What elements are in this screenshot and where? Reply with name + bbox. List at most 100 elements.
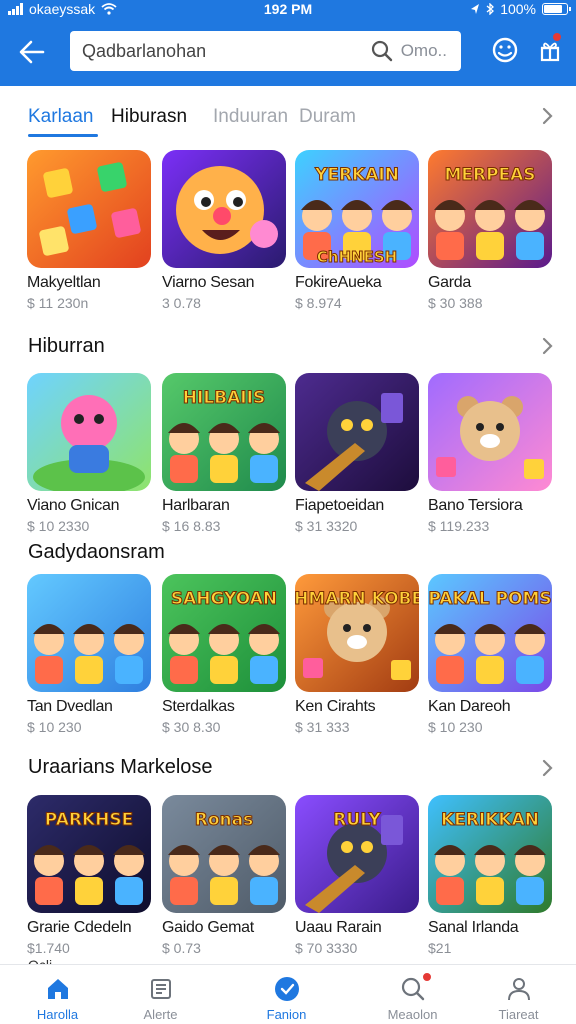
news-icon — [151, 979, 171, 999]
app-card[interactable]: KAHMARN KOBELS Ken Cirahts $ 31 333 — [295, 574, 419, 735]
nav-label: Meaolon — [387, 1007, 438, 1022]
nav-label: Harolla — [36, 1007, 79, 1022]
support-button[interactable] — [489, 34, 521, 66]
tab-0[interactable]: Karlaan — [28, 106, 94, 128]
app-price: 3 0.78 — [162, 295, 201, 311]
active-tab-indicator — [28, 134, 98, 137]
app-name: Viano Gnican — [27, 497, 120, 514]
search-input[interactable] — [82, 40, 342, 62]
app-card[interactable]: Tan Dvedlan $ 10 230 — [27, 574, 151, 735]
section-title: Uraarians Markelose — [28, 756, 213, 778]
app-artwork: RULY — [295, 795, 419, 913]
tab-2[interactable]: Induuran — [213, 106, 288, 128]
arrow-left-icon — [19, 40, 45, 64]
svg-text:PARKHSE: PARKHSE — [45, 810, 133, 830]
app-name: Makyeltlan — [27, 274, 101, 291]
app-icon[interactable] — [162, 150, 286, 268]
gift-button[interactable] — [534, 32, 566, 66]
app-price: $ 0.73 — [162, 940, 201, 956]
app-icon[interactable] — [295, 373, 419, 491]
app-price: $1.740 — [27, 940, 70, 956]
nav-badge — [421, 971, 433, 983]
app-name: FokireAueka — [295, 274, 382, 291]
app-card[interactable]: Bano Tersiora $ 119.233 — [428, 373, 552, 534]
app-card[interactable]: YERKAIN ChHNESH FokireAueka $ 8.974 — [295, 150, 419, 311]
category-tabs: Karlaan Hiburasn Induuran Duram — [0, 96, 576, 140]
app-card[interactable]: Viano Gnican $ 10 2330 — [27, 373, 151, 534]
tab-1[interactable]: Hiburasn — [111, 106, 187, 128]
app-artwork: MERPEAS — [428, 150, 552, 268]
app-card[interactable]: Makyeltlan $ 11 230n — [27, 150, 151, 311]
app-artwork: PAKAL POMS — [428, 574, 552, 692]
app-price: $ 30 388 — [428, 295, 483, 311]
app-price: $ 16 8.83 — [162, 518, 221, 534]
nav-news[interactable]: Alerte — [103, 965, 218, 1024]
app-artwork: Ronas — [162, 795, 286, 913]
check-circle-icon — [275, 977, 299, 1001]
app-card[interactable]: MERPEAS Garda $ 30 388 — [428, 150, 552, 311]
app-icon[interactable] — [428, 373, 552, 491]
app-card[interactable]: Viarno Sesan 3 0.78 — [162, 150, 286, 311]
app-price: $21 — [428, 940, 452, 956]
app-icon[interactable] — [27, 574, 151, 692]
app-icon[interactable]: Ronas — [162, 795, 286, 913]
person-icon — [508, 978, 530, 1001]
app-card[interactable]: RULY Uaau Rarain $ 70 3330 — [295, 795, 419, 956]
app-card[interactable]: Fiapetoeidan $ 31 3320 — [295, 373, 419, 534]
back-button[interactable] — [14, 34, 50, 70]
chevron-right-icon[interactable] — [537, 106, 557, 126]
tab-3[interactable]: Duram — [299, 106, 356, 128]
svg-text:HILBAIIS: HILBAIIS — [183, 388, 265, 408]
nav-check[interactable]: Fanion — [229, 965, 344, 1024]
app-price: $ 10 2330 — [27, 518, 90, 534]
app-name: Ken Cirahts — [295, 698, 376, 715]
app-card[interactable]: PARKHSE Grarie Cdedeln $1.740 — [27, 795, 151, 956]
app-icon[interactable] — [27, 150, 151, 268]
app-artwork — [27, 574, 151, 692]
app-icon[interactable]: SAHGYOAN — [162, 574, 286, 692]
nav-home[interactable]: Harolla — [0, 965, 115, 1024]
search-icon[interactable] — [371, 40, 393, 62]
app-price: $ 70 3330 — [295, 940, 358, 956]
app-price: $ 30 8.30 — [162, 719, 221, 735]
app-card[interactable]: Ronas Gaido Gemat $ 0.73 — [162, 795, 286, 956]
svg-text:RULY: RULY — [333, 810, 381, 830]
app-icon[interactable]: YERKAIN ChHNESH — [295, 150, 419, 268]
app-artwork: PARKHSE — [27, 795, 151, 913]
app-artwork: HILBAIIS — [162, 373, 286, 491]
app-card[interactable]: SAHGYOAN Sterdalkas $ 30 8.30 — [162, 574, 286, 735]
app-icon[interactable]: PAKAL POMS — [428, 574, 552, 692]
app-card[interactable]: KERIKKAN Sanal Irlanda $21 — [428, 795, 552, 956]
svg-text:KAHMARN KOBELS: KAHMARN KOBELS — [295, 589, 419, 609]
app-price: $ 31 333 — [295, 719, 350, 735]
chevron-right-icon[interactable] — [537, 758, 557, 778]
nav-profile[interactable]: Tiareat — [461, 965, 576, 1024]
nav-search[interactable]: Meaolon — [355, 965, 470, 1024]
app-icon[interactable]: MERPEAS — [428, 150, 552, 268]
app-price: $ 10 230 — [27, 719, 82, 735]
app-price: $ 119.233 — [428, 518, 490, 534]
svg-text:Ronas: Ronas — [195, 810, 253, 830]
app-icon[interactable]: HILBAIIS — [162, 373, 286, 491]
app-name: Uaau Rarain — [295, 919, 382, 936]
app-name: Sanal Irlanda — [428, 919, 519, 936]
app-card[interactable]: PAKAL POMS Kan Dareoh $ 10 230 — [428, 574, 552, 735]
chevron-right-icon[interactable] — [537, 336, 557, 356]
app-artwork — [27, 373, 151, 491]
svg-text:PAKAL POMS: PAKAL POMS — [428, 589, 551, 609]
app-icon[interactable]: RULY — [295, 795, 419, 913]
app-artwork — [27, 150, 151, 268]
app-icon[interactable]: KAHMARN KOBELS — [295, 574, 419, 692]
status-bar: okaeyssak 192 PM 100% — [0, 0, 576, 20]
app-name: Grarie Cdedeln — [27, 919, 132, 936]
search-box[interactable]: Omo.. — [70, 31, 461, 71]
nav-label: Alerte — [143, 1007, 178, 1022]
app-icon[interactable]: PARKHSE — [27, 795, 151, 913]
app-name: Fiapetoeidan — [295, 497, 384, 514]
app-price: $ 31 3320 — [295, 518, 358, 534]
app-artwork: KERIKKAN — [428, 795, 552, 913]
app-card[interactable]: HILBAIIS Harlbaran $ 16 8.83 — [162, 373, 286, 534]
notification-badge — [552, 32, 562, 42]
app-icon[interactable]: KERIKKAN — [428, 795, 552, 913]
app-icon[interactable] — [27, 373, 151, 491]
